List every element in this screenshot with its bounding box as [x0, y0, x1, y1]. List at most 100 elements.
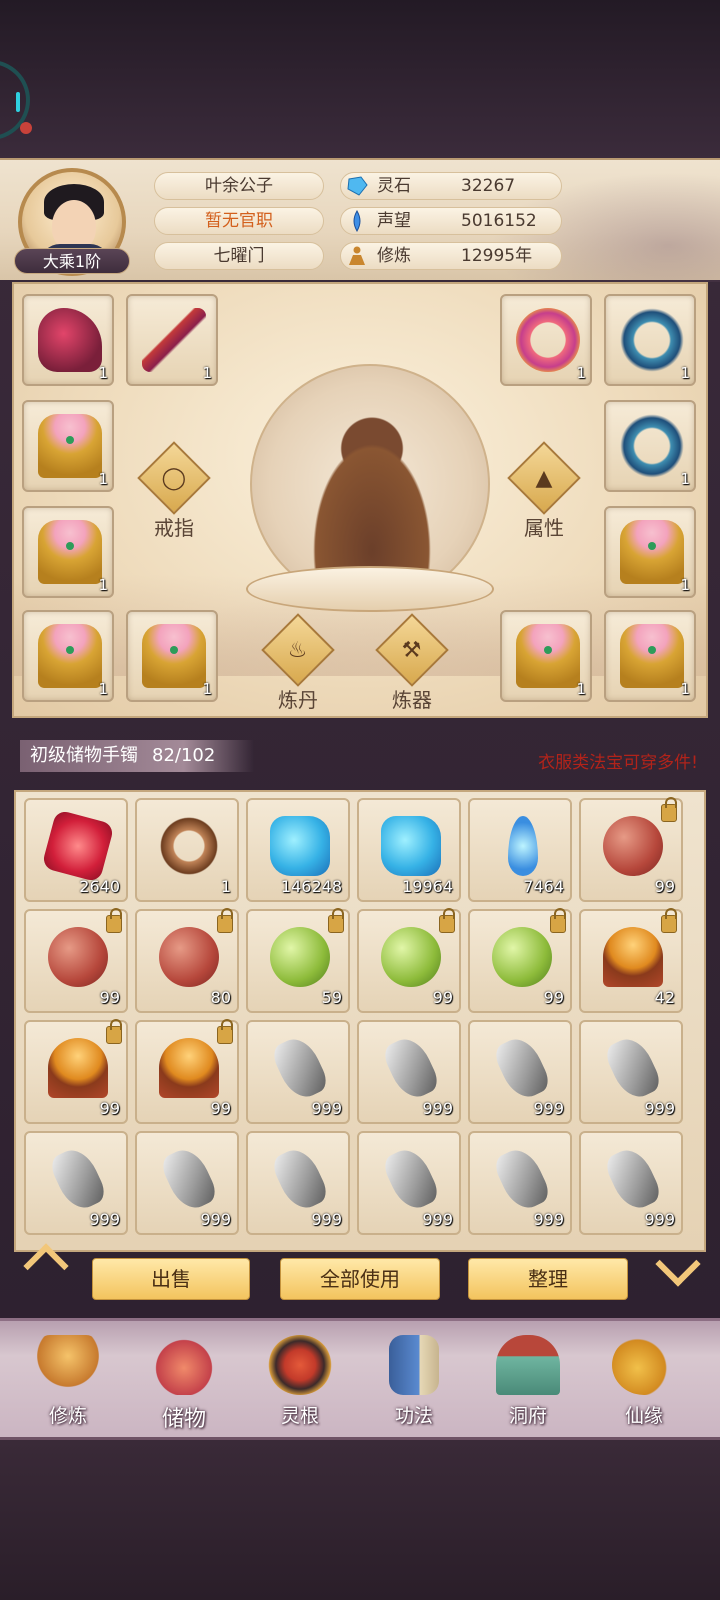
ore-icon — [602, 1143, 664, 1215]
robe-icon — [516, 624, 580, 688]
inventory-slot[interactable]: 42 — [579, 908, 683, 1013]
item-count: 99 — [432, 988, 453, 1007]
robe-icon — [620, 520, 684, 584]
item-count: 999 — [422, 1099, 453, 1118]
nav-storage[interactable]: 储物 — [134, 1335, 234, 1435]
brown-ring-icon — [159, 816, 219, 876]
cultivate-icon — [36, 1335, 100, 1395]
player-sect: 七曜门 — [154, 242, 324, 270]
equip-slot-ring-2[interactable]: 1 — [604, 294, 696, 386]
inventory-slot[interactable]: 999 — [579, 1020, 683, 1124]
hat-icon: ▲ — [535, 465, 553, 491]
green-orb-icon — [492, 927, 552, 987]
player-title: 暂无官职 — [154, 207, 324, 235]
item-count: 999 — [644, 1210, 675, 1229]
ore-icon — [158, 1143, 220, 1215]
nav-technique[interactable]: 功法 — [364, 1335, 464, 1435]
alchemy-button[interactable]: ♨ 炼丹 — [261, 613, 335, 713]
immortal-fate-icon — [612, 1335, 676, 1395]
ore-icon — [380, 1032, 442, 1104]
inventory-slot[interactable]: 80 — [135, 908, 239, 1013]
blue-stone-icon — [381, 816, 441, 876]
equip-slot-weapon[interactable]: 1 — [126, 294, 218, 386]
item-count: 999 — [644, 1099, 675, 1118]
item-count: 999 — [533, 1210, 564, 1229]
nav-spirit-root[interactable]: 灵根 — [250, 1335, 350, 1435]
equip-slot-robe-3[interactable]: 1 — [22, 610, 114, 702]
inventory-slot[interactable]: 2640 — [24, 798, 128, 902]
equip-slot-robe-1[interactable]: 1 — [22, 400, 114, 492]
forging-button[interactable]: ⚒ 炼器 — [375, 613, 449, 713]
item-count: 99 — [99, 1099, 120, 1118]
item-count: 2640 — [79, 877, 120, 896]
robe-icon — [38, 624, 102, 688]
lock-icon — [217, 908, 233, 933]
pedestal — [246, 566, 494, 612]
inventory-slot[interactable]: 146248 — [246, 798, 350, 902]
robe-icon — [620, 624, 684, 688]
lock-icon — [217, 1019, 233, 1044]
item-count: 99 — [99, 988, 120, 1007]
ore-icon — [491, 1032, 553, 1104]
inventory-slot[interactable]: 99 — [24, 908, 128, 1013]
item-count: 146248 — [280, 877, 342, 896]
inventory-slot[interactable]: 99 — [24, 1019, 128, 1124]
orb-on-stand-icon — [48, 1038, 108, 1098]
item-count: 1 — [220, 877, 231, 896]
top-background — [0, 0, 720, 158]
equip-slot-boots[interactable]: 1 — [22, 294, 114, 386]
red-orb-icon — [159, 927, 219, 987]
inventory-slot[interactable]: 999 — [24, 1131, 128, 1235]
storage-title: 初级储物手镯 82/102 — [20, 740, 254, 772]
item-count: 999 — [422, 1210, 453, 1229]
bottom-nav: 修炼 储物 灵根 功法 洞府 仙缘 — [0, 1318, 720, 1440]
sort-button[interactable]: 整理 — [468, 1258, 628, 1300]
technique-book-icon — [389, 1335, 439, 1395]
inventory-slot[interactable]: 19964 — [357, 798, 461, 902]
cave-dwelling-icon — [496, 1335, 560, 1395]
item-count: 7464 — [523, 877, 564, 896]
item-count: 80 — [210, 988, 231, 1007]
equip-slot-robe-2[interactable]: 1 — [22, 506, 114, 598]
red-gem-icon — [41, 809, 115, 883]
scroll-up-icon[interactable] — [20, 1240, 70, 1274]
attributes-button[interactable]: ▲ 属性 — [507, 441, 581, 541]
inventory-slot[interactable]: 59 — [246, 908, 350, 1013]
inventory-slot[interactable]: 999 — [246, 1131, 350, 1235]
equip-slot-robe-5[interactable]: 1 — [604, 506, 696, 598]
equip-slot-ring-3[interactable]: 1 — [604, 400, 696, 492]
equip-slot-robe-7[interactable]: 1 — [500, 610, 592, 702]
nav-immortal-fate[interactable]: 仙缘 — [594, 1335, 694, 1435]
item-count: 59 — [321, 988, 342, 1007]
inventory-slot[interactable]: 99 — [579, 797, 683, 902]
use-all-button[interactable]: 全部使用 — [280, 1258, 440, 1300]
nav-cultivate[interactable]: 修炼 — [18, 1335, 118, 1435]
inventory-slot[interactable]: 999 — [246, 1020, 350, 1124]
inventory-slot[interactable]: 999 — [135, 1131, 239, 1235]
scroll-down-icon[interactable] — [652, 1254, 702, 1288]
inventory-slot[interactable]: 999 — [468, 1020, 572, 1124]
inventory-slot[interactable]: 99 — [468, 908, 572, 1013]
inventory-slot[interactable]: 1 — [135, 798, 239, 902]
inventory-slot[interactable]: 999 — [357, 1020, 461, 1124]
spirit-root-icon — [268, 1335, 332, 1395]
inventory-slot[interactable]: 999 — [579, 1131, 683, 1235]
ring-button[interactable]: ◯ 戒指 — [137, 441, 211, 541]
inventory-slot[interactable]: 99 — [357, 908, 461, 1013]
equip-slot-ring-1[interactable]: 1 — [500, 294, 592, 386]
item-count: 99 — [210, 1099, 231, 1118]
equip-slot-robe-6[interactable]: 1 — [604, 610, 696, 702]
orb-on-stand-icon — [159, 1038, 219, 1098]
lock-icon — [106, 1019, 122, 1044]
inventory-slot[interactable]: 999 — [468, 1131, 572, 1235]
inventory-slot[interactable]: 7464 — [468, 798, 572, 902]
rank-badge: 大乘1阶 — [14, 248, 130, 274]
inventory-slot[interactable]: 99 — [135, 1019, 239, 1124]
equip-slot-robe-4[interactable]: 1 — [126, 610, 218, 702]
cauldron-icon: ♨ — [288, 637, 308, 663]
resource-spirit-stone: 灵石 32267 — [340, 172, 562, 200]
sell-button[interactable]: 出售 — [92, 1258, 250, 1300]
inventory-slot[interactable]: 999 — [357, 1131, 461, 1235]
nav-cave-dwelling[interactable]: 洞府 — [478, 1335, 578, 1435]
robe-icon — [38, 414, 102, 478]
